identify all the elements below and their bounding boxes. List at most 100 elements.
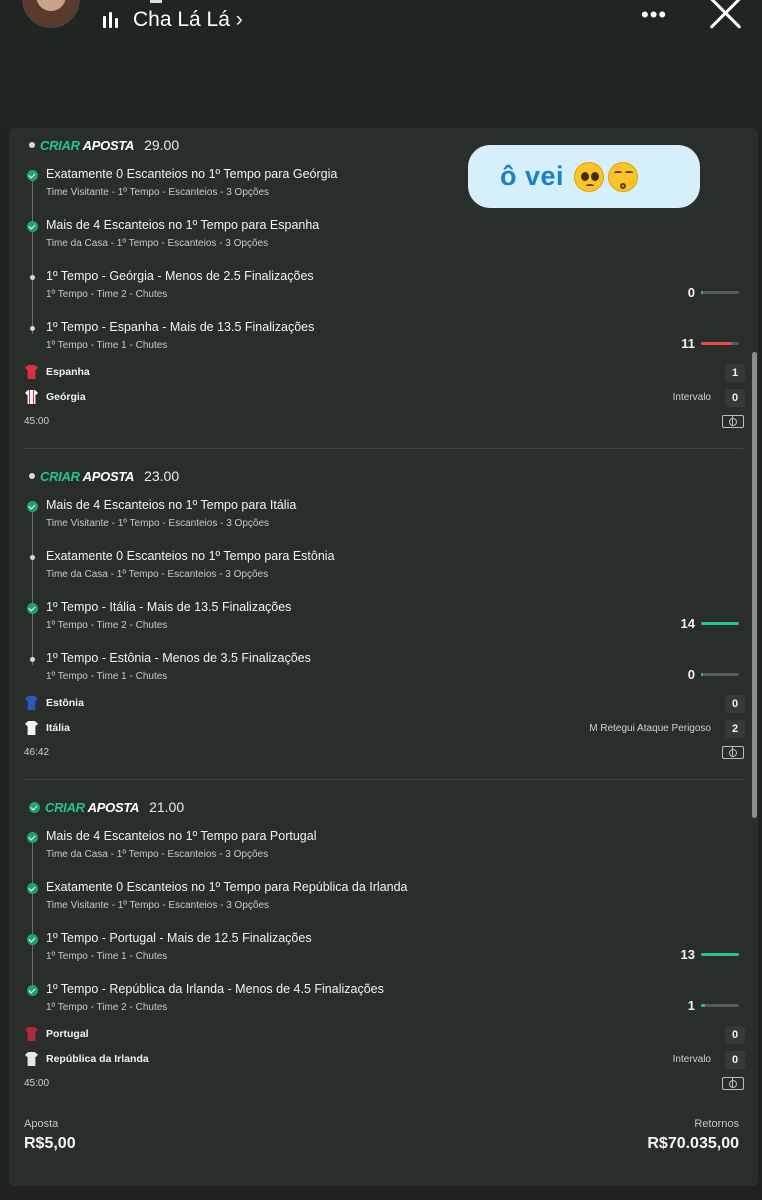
divider (23, 448, 743, 449)
bet-header: CRIAR APOSTA 23.00 (29, 467, 179, 485)
selection-item[interactable]: Mais de 4 Escanteios no 1º Tempo para Es… (25, 215, 745, 263)
story-progress-bar (150, 0, 162, 3)
team-row: República da Irlanda Intervalo 0 (23, 1051, 745, 1071)
team-name: Itália (46, 722, 70, 734)
stat-value: 1 (687, 998, 695, 1013)
match-clock: 45:00 (24, 1078, 50, 1089)
selection-title: Mais de 4 Escanteios no 1º Tempo para Po… (46, 829, 317, 843)
team-row: Estônia 0 (23, 695, 745, 715)
stat-fill (701, 953, 739, 956)
brand-aposta: APOSTA (82, 137, 135, 153)
bet-odds: 23.00 (144, 468, 180, 484)
selection-subtitle: Time da Casa - 1º Tempo - Escanteios - 3… (46, 849, 269, 860)
selection-title: Exatamente 0 Escanteios no 1º Tempo para… (46, 167, 338, 181)
stat-progress: 14 (681, 616, 739, 631)
match-status: Intervalo (672, 392, 711, 403)
pitch-icon[interactable] (722, 1077, 744, 1090)
bet-slip-card: CRIAR APOSTA 29.00 Exatamente 0 Escantei… (9, 128, 758, 1186)
song-title: Cha Lá Lá (133, 8, 230, 31)
score-box: 2 (725, 720, 745, 738)
more-options-icon[interactable]: ••• (641, 2, 667, 28)
selection-subtitle: 1º Tempo - Time 2 - Chutes (46, 289, 168, 300)
selection-title: 1º Tempo - Geórgia - Menos de 2.5 Finali… (46, 269, 314, 283)
scrollbar[interactable] (752, 352, 757, 818)
match-status: Intervalo (672, 1054, 711, 1065)
bet-header: CRIAR APOSTA 29.00 (29, 136, 179, 154)
dot-icon (29, 473, 35, 479)
pitch-icon[interactable] (722, 415, 744, 428)
score-box: 0 (725, 695, 745, 713)
bet-odds: 29.00 (144, 137, 180, 153)
check-icon (27, 985, 38, 996)
selection-item[interactable]: Mais de 4 Escanteios no 1º Tempo para It… (25, 495, 745, 543)
pleading-face-emoji-icon (574, 161, 605, 192)
team-name: Portugal (46, 1028, 89, 1040)
check-icon (27, 501, 38, 512)
stat-progress: 13 (681, 947, 739, 962)
dot-icon (30, 555, 35, 560)
stat-value: 13 (680, 947, 695, 962)
selection-item[interactable]: 1º Tempo - Portugal - Mais de 12.5 Final… (25, 928, 745, 976)
match-clock: 45:00 (24, 416, 50, 427)
team-shirt-icon (25, 696, 38, 710)
stat-progress: 11 (681, 336, 739, 351)
selection-subtitle: Time Visitante - 1º Tempo - Escanteios -… (46, 187, 270, 198)
stat-fill (701, 291, 703, 294)
selection-item[interactable]: 1º Tempo - Espanha - Mais de 13.5 Finali… (25, 317, 745, 365)
stat-bar (701, 291, 739, 294)
stat-value: 14 (680, 616, 695, 631)
stat-progress: 0 (688, 667, 739, 682)
selection-subtitle: 1º Tempo - Time 1 - Chutes (46, 671, 168, 682)
stat-progress: 0 (688, 285, 739, 300)
close-icon[interactable] (706, 0, 746, 32)
song-title-link[interactable]: Cha Lá Lá › (133, 8, 243, 32)
dot-icon (30, 657, 35, 662)
selection-item[interactable]: Exatamente 0 Escanteios no 1º Tempo para… (25, 877, 745, 925)
selection-subtitle: Time Visitante - 1º Tempo - Escanteios -… (46, 518, 270, 529)
check-icon (27, 883, 38, 894)
selection-title: 1º Tempo - Estônia - Menos de 3.5 Finali… (46, 651, 311, 665)
team-name: Estônia (46, 697, 84, 709)
team-shirt-icon (25, 721, 38, 735)
selection-title: Exatamente 0 Escanteios no 1º Tempo para… (46, 549, 335, 563)
dot-icon (29, 142, 35, 148)
team-row: Itália M Retegui Ataque Perigoso 2 (23, 720, 745, 740)
check-icon (27, 832, 38, 843)
match-status: M Retegui Ataque Perigoso (589, 723, 711, 734)
selection-item[interactable]: 1º Tempo - República da Irlanda - Menos … (25, 979, 745, 1027)
team-name: República da Irlanda (46, 1053, 149, 1065)
check-icon (27, 934, 38, 945)
story-header: Cha Lá Lá › ••• (0, 0, 762, 130)
returns-label: Retornos (694, 1118, 739, 1130)
selection-item[interactable]: 1º Tempo - Estônia - Menos de 3.5 Finali… (25, 648, 745, 696)
selection-item[interactable]: 1º Tempo - Geórgia - Menos de 2.5 Finali… (25, 266, 745, 314)
selection-title: Mais de 4 Escanteios no 1º Tempo para It… (46, 498, 297, 512)
brand-criar: CRIAR (40, 137, 80, 153)
selection-title: 1º Tempo - República da Irlanda - Menos … (46, 982, 384, 996)
chevron-right-icon: › (235, 8, 243, 31)
text-sticker[interactable]: ô vei (468, 145, 700, 208)
check-icon (27, 221, 38, 232)
stat-bar (701, 1004, 739, 1007)
stat-value: 0 (687, 285, 695, 300)
selection-title: 1º Tempo - Itália - Mais de 13.5 Finaliz… (46, 600, 292, 614)
brand-criar: CRIAR (45, 799, 85, 815)
match-clock: 46:42 (24, 747, 50, 758)
team-shirt-icon (25, 1027, 38, 1041)
team-shirt-icon (25, 365, 38, 379)
stat-progress: 1 (688, 998, 739, 1013)
stat-value: 0 (687, 667, 695, 682)
dot-icon (30, 326, 35, 331)
selection-subtitle: 1º Tempo - Time 2 - Chutes (46, 620, 168, 631)
selection-title: 1º Tempo - Portugal - Mais de 12.5 Final… (46, 931, 312, 945)
team-row: Geórgia Intervalo 0 (23, 389, 745, 409)
divider (23, 779, 743, 780)
stat-fill (701, 1004, 705, 1007)
avatar[interactable] (22, 0, 80, 28)
selection-item[interactable]: 1º Tempo - Itália - Mais de 13.5 Finaliz… (25, 597, 745, 645)
selection-item[interactable]: Exatamente 0 Escanteios no 1º Tempo para… (25, 546, 745, 594)
selection-item[interactable]: Mais de 4 Escanteios no 1º Tempo para Po… (25, 826, 745, 874)
pitch-icon[interactable] (722, 746, 744, 759)
selection-subtitle: 1º Tempo - Time 2 - Chutes (46, 1002, 168, 1013)
brand-aposta: APOSTA (82, 468, 135, 484)
